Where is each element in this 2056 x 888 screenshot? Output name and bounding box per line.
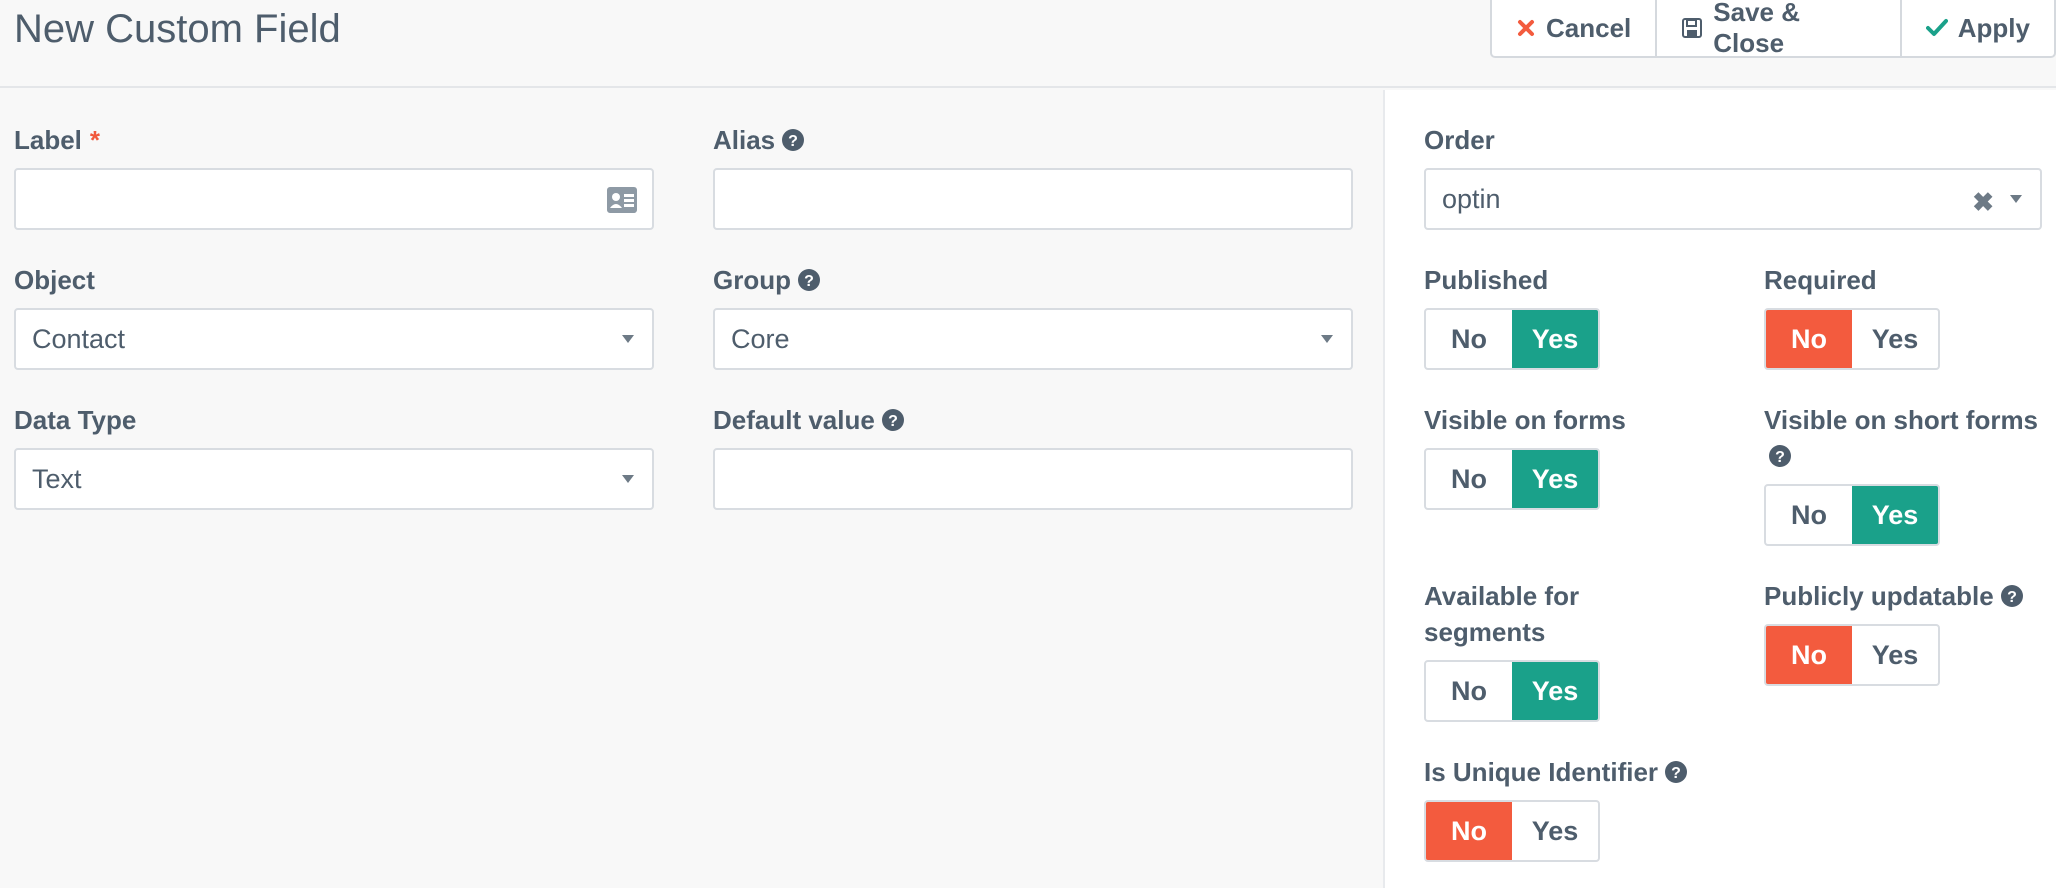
page-header: New Custom Field Cancel Save & Close App… <box>0 0 2056 88</box>
visible-forms-yes-option[interactable]: Yes <box>1512 450 1598 508</box>
caret-down-icon <box>1321 335 1333 343</box>
available-segments-yes-option[interactable]: Yes <box>1512 662 1598 720</box>
question-circle-icon[interactable]: ? <box>1768 444 1792 468</box>
group-text: Group <box>713 265 791 295</box>
visible-forms-text: Visible on forms <box>1424 405 1626 435</box>
panel-divider <box>1383 90 1385 888</box>
required-yes-option[interactable]: Yes <box>1852 310 1938 368</box>
clear-selection-icon[interactable]: ✖ <box>1972 187 1994 218</box>
published-yes-option[interactable]: Yes <box>1512 310 1598 368</box>
order-text: Order <box>1424 125 1495 155</box>
caret-down-icon <box>622 335 634 343</box>
data-type-field-label: Data Type <box>14 403 136 437</box>
available-segments-no-option[interactable]: No <box>1426 662 1512 720</box>
floppy-disk-icon <box>1681 17 1703 39</box>
object-select[interactable]: Contact <box>14 308 654 370</box>
required-text: Required <box>1764 265 1877 295</box>
page-title: New Custom Field <box>14 7 341 51</box>
unique-identifier-yes-option[interactable]: Yes <box>1512 802 1598 860</box>
visible-short-forms-no-option[interactable]: No <box>1766 486 1852 544</box>
alias-field-label: Alias ? <box>713 123 805 157</box>
save-close-button[interactable]: Save & Close <box>1655 0 1900 58</box>
available-segments-toggle[interactable]: No Yes <box>1424 660 1600 722</box>
question-circle-icon[interactable]: ? <box>797 268 821 292</box>
alias-input[interactable] <box>713 168 1353 230</box>
publicly-updatable-field-label: Publicly updatable ? <box>1764 579 2024 613</box>
label-text: Label <box>14 125 82 155</box>
order-field-label: Order <box>1424 123 1495 157</box>
published-text: Published <box>1424 265 1549 295</box>
group-select[interactable]: Core <box>713 308 1353 370</box>
visible-short-forms-field-label: Visible on short forms <box>1764 403 2038 437</box>
order-select-value: optin <box>1442 183 1501 214</box>
svg-text:?: ? <box>788 133 798 150</box>
unique-identifier-toggle[interactable]: No Yes <box>1424 800 1600 862</box>
question-circle-icon[interactable]: ? <box>881 408 905 432</box>
default-value-input[interactable] <box>713 448 1353 510</box>
cancel-button[interactable]: Cancel <box>1492 0 1655 56</box>
default-value-field-label: Default value ? <box>713 403 905 437</box>
required-field-label: Required <box>1764 263 1877 297</box>
publicly-updatable-toggle[interactable]: No Yes <box>1764 624 1940 686</box>
cancel-label: Cancel <box>1546 12 1632 43</box>
group-field-label: Group ? <box>713 263 821 297</box>
id-card-icon <box>606 186 638 221</box>
order-select[interactable]: optin ✖ <box>1424 168 2042 230</box>
object-field-label: Object <box>14 263 95 297</box>
question-circle-icon[interactable]: ? <box>2000 584 2024 608</box>
close-icon <box>1516 18 1536 38</box>
data-type-select-value: Text <box>32 463 82 494</box>
publicly-updatable-text: Publicly updatable <box>1764 581 1994 611</box>
object-select-value: Contact <box>32 323 126 354</box>
available-segments-field-label: Available for segments <box>1424 579 1579 649</box>
available-segments-text-line1: Available for <box>1424 581 1580 611</box>
caret-down-icon <box>2010 195 2022 203</box>
publicly-updatable-no-option[interactable]: No <box>1766 626 1852 684</box>
svg-text:?: ? <box>804 273 814 290</box>
save-close-label: Save & Close <box>1713 0 1800 58</box>
unique-identifier-text: Is Unique Identifier <box>1424 757 1659 787</box>
svg-text:?: ? <box>1671 765 1681 782</box>
caret-down-icon <box>622 475 634 483</box>
publicly-updatable-yes-option[interactable]: Yes <box>1852 626 1938 684</box>
visible-short-forms-yes-option[interactable]: Yes <box>1852 486 1938 544</box>
question-circle-icon[interactable]: ? <box>781 128 805 152</box>
svg-text:?: ? <box>888 413 898 430</box>
check-icon <box>1925 18 1948 38</box>
unique-identifier-field-label: Is Unique Identifier ? <box>1424 755 1688 789</box>
alias-text: Alias <box>713 125 776 155</box>
default-value-text: Default value <box>713 405 875 435</box>
visible-short-forms-text: Visible on short forms <box>1764 405 2039 435</box>
svg-text:?: ? <box>2007 589 2017 606</box>
toolbar: Cancel Save & Close Apply <box>1490 0 2056 58</box>
label-input[interactable] <box>14 168 654 230</box>
published-toggle[interactable]: No Yes <box>1424 308 1600 370</box>
label-field-label: Label * <box>14 123 100 157</box>
unique-identifier-no-option[interactable]: No <box>1426 802 1512 860</box>
published-field-label: Published <box>1424 263 1548 297</box>
data-type-text: Data Type <box>14 405 137 435</box>
svg-text:?: ? <box>1775 449 1785 466</box>
visible-short-forms-toggle[interactable]: No Yes <box>1764 484 1940 546</box>
required-no-option[interactable]: No <box>1766 310 1852 368</box>
data-type-select[interactable]: Text <box>14 448 654 510</box>
published-no-option[interactable]: No <box>1426 310 1512 368</box>
visible-forms-no-option[interactable]: No <box>1426 450 1512 508</box>
apply-label: Apply <box>1957 12 2030 43</box>
available-segments-text-line2: segments <box>1424 617 1546 647</box>
visible-forms-field-label: Visible on forms <box>1424 403 1626 437</box>
apply-button[interactable]: Apply <box>1899 0 2054 56</box>
question-circle-icon[interactable]: ? <box>1664 760 1688 784</box>
required-toggle[interactable]: No Yes <box>1764 308 1940 370</box>
object-text: Object <box>14 265 95 295</box>
visible-forms-toggle[interactable]: No Yes <box>1424 448 1600 510</box>
required-star: * <box>89 125 101 155</box>
group-select-value: Core <box>731 323 790 354</box>
